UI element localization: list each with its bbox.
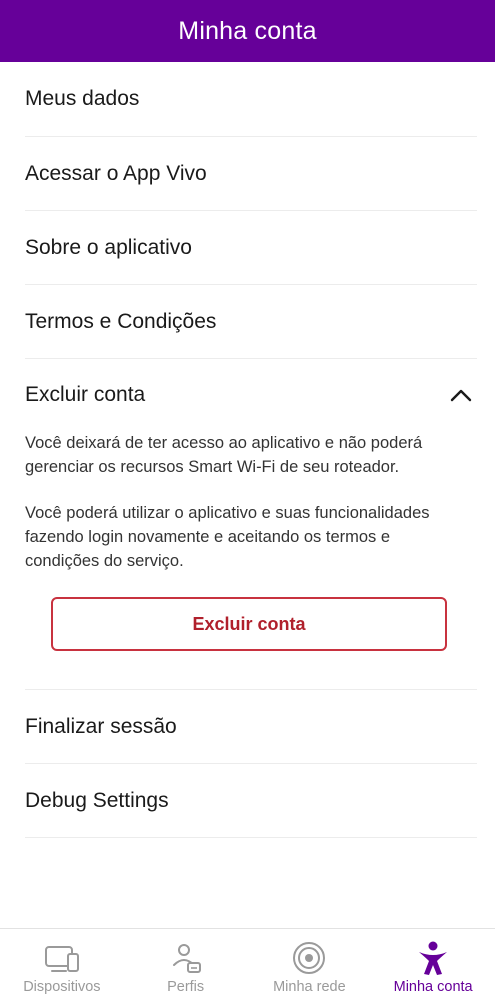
menu-item-about-app[interactable]: Sobre o aplicativo (25, 211, 477, 285)
chevron-up-icon[interactable] (447, 381, 475, 409)
menu-item-label: Debug Settings (25, 788, 169, 812)
menu-item-terms[interactable]: Termos e Condições (25, 285, 477, 359)
nav-label: Minha conta (393, 979, 473, 995)
menu-item-label: Sobre o aplicativo (25, 235, 192, 259)
menu-item-label: Meus dados (25, 87, 140, 110)
menu-item-label: Finalizar sessão (25, 714, 177, 738)
network-icon (293, 942, 326, 974)
delete-warning-text: Você deixará de ter acesso ao aplicativo… (25, 434, 423, 476)
app-header: Minha conta (0, 0, 495, 62)
nav-label: Minha rede (273, 979, 346, 995)
menu-item-label: Excluir conta (25, 383, 146, 406)
delete-account-action: Excluir conta (25, 573, 477, 690)
page-title: Minha conta (178, 16, 317, 45)
menu-item-access-app-vivo[interactable]: Acessar o App Vivo (25, 137, 477, 211)
menu-item-debug-settings[interactable]: Debug Settings (25, 764, 477, 838)
menu-item-delete-account[interactable]: Excluir conta (25, 359, 477, 431)
bottom-navigation: Dispositivos Perfis Minha rede Minha con… (0, 928, 495, 1001)
account-menu: Meus dados Acessar o App Vivo Sobre o ap… (0, 62, 495, 838)
nav-tab-devices[interactable]: Dispositivos (0, 929, 124, 1001)
delete-account-description: Você deixará de ter acesso ao aplicativo… (25, 431, 455, 573)
nav-tab-my-account[interactable]: Minha conta (371, 929, 495, 1001)
menu-item-my-data[interactable]: Meus dados (25, 62, 477, 137)
nav-tab-profiles[interactable]: Perfis (124, 929, 248, 1001)
menu-item-logout[interactable]: Finalizar sessão (25, 690, 477, 764)
nav-label: Dispositivos (23, 979, 101, 995)
account-icon (419, 941, 448, 975)
nav-label: Perfis (167, 979, 205, 995)
menu-item-label: Termos e Condições (25, 309, 217, 333)
profiles-icon (172, 944, 201, 973)
menu-item-label: Acessar o App Vivo (25, 161, 207, 185)
nav-tab-my-network[interactable]: Minha rede (248, 929, 372, 1001)
delete-info-text: Você poderá utilizar o aplicativo e suas… (25, 504, 430, 570)
devices-icon (44, 946, 79, 972)
delete-account-button[interactable]: Excluir conta (51, 597, 447, 651)
